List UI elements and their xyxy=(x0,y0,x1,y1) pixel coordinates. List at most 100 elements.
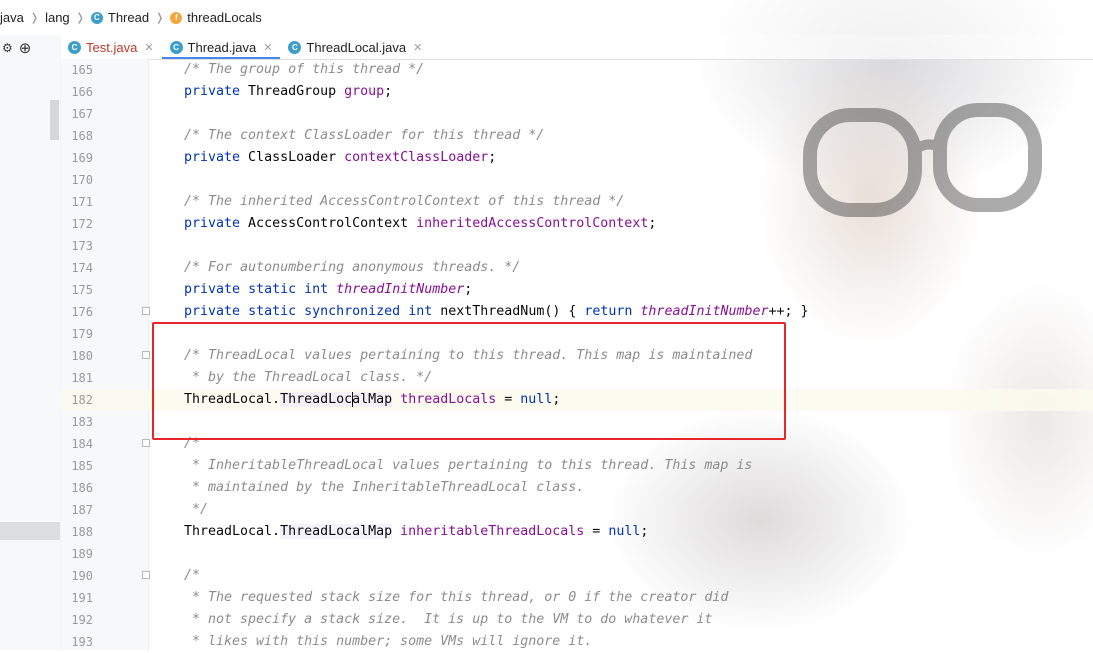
code-line[interactable]: 185 * InheritableThreadLocal values pert… xyxy=(60,455,1093,477)
close-icon[interactable]: ✕ xyxy=(413,41,422,54)
tab-label: Thread.java xyxy=(187,39,257,55)
fold-toggle-icon[interactable] xyxy=(142,351,150,359)
code-line[interactable]: 168 /* The context ClassLoader for this t… xyxy=(60,125,1093,147)
line-number: 168 xyxy=(71,129,93,143)
chevron-right-icon: ❭ xyxy=(155,12,165,24)
code-line[interactable]: 176 private static synchronized int nextT… xyxy=(60,301,1093,323)
code-text: private static int threadInitNumber; xyxy=(184,282,473,297)
line-number: 166 xyxy=(71,85,93,99)
code-text: * by the ThreadLocal class. */ xyxy=(184,370,433,385)
java-class-icon: C xyxy=(68,40,81,54)
breadcrumb-item-threadlocals[interactable]: f threadLocals xyxy=(170,10,262,25)
sidebar-toolbar: ⚙ ⊕ xyxy=(0,39,31,57)
line-number: 175 xyxy=(71,283,93,297)
tab-thread-java[interactable]: C Thread.java ✕ xyxy=(161,35,281,59)
code-line[interactable]: 170 xyxy=(60,169,1093,191)
breadcrumb-item-java[interactable]: java xyxy=(0,10,24,25)
code-text: private ThreadGroup group; xyxy=(184,84,393,99)
line-number: 170 xyxy=(71,173,93,187)
code-line[interactable]: 173 xyxy=(60,235,1093,257)
line-number: 190 xyxy=(71,569,93,583)
line-number: 181 xyxy=(71,371,93,385)
sidebar-scrollbar[interactable] xyxy=(50,100,59,140)
tab-test-java[interactable]: C Test.java ✕ xyxy=(60,35,162,59)
chevron-right-icon: ❭ xyxy=(75,12,85,24)
code-line[interactable]: 190 /* xyxy=(60,565,1093,587)
line-number: 185 xyxy=(71,459,93,473)
code-line[interactable]: 167 xyxy=(60,103,1093,125)
code-text: private AccessControlContext inheritedAc… xyxy=(184,216,657,231)
line-number: 188 xyxy=(71,525,93,539)
line-number: 187 xyxy=(71,503,93,517)
line-number: 174 xyxy=(71,261,93,275)
code-line[interactable]: 182 ThreadLocal.ThreadLocalMap threadLoca… xyxy=(60,389,1093,411)
code-text: ThreadLocal.ThreadLocalMap inheritableTh… xyxy=(184,524,649,539)
code-text: /* For autonumbering anonymous threads. … xyxy=(184,260,521,275)
code-line[interactable]: 192 * not specify a stack size. It is up… xyxy=(60,609,1093,631)
tab-label: Test.java xyxy=(86,39,138,55)
locate-icon[interactable]: ⊕ xyxy=(19,39,32,57)
code-line[interactable]: 180 /* ThreadLocal values pertaining to t… xyxy=(60,345,1093,367)
code-text: * maintained by the InheritableThreadLoc… xyxy=(184,480,585,495)
code-text: * InheritableThreadLocal values pertaini… xyxy=(184,458,753,473)
code-text: /* xyxy=(184,436,201,451)
java-class-icon: C xyxy=(169,40,183,54)
code-text: * not specify a stack size. It is up to … xyxy=(184,612,713,627)
code-line[interactable]: 179 xyxy=(60,323,1093,345)
close-icon[interactable]: ✕ xyxy=(144,41,153,54)
code-line[interactable]: 189 xyxy=(60,543,1093,565)
project-sidebar: ⚙ ⊕ xyxy=(0,35,61,650)
code-line[interactable]: 191 * The requested stack size for this … xyxy=(60,587,1093,609)
code-line[interactable]: 188 ThreadLocal.ThreadLocalMap inheritabl… xyxy=(60,521,1093,543)
field-icon: f xyxy=(170,11,183,24)
fold-toggle-icon[interactable] xyxy=(142,307,150,315)
code-line[interactable]: 181 * by the ThreadLocal class. */ xyxy=(60,367,1093,389)
breadcrumb-item-lang[interactable]: lang xyxy=(45,10,70,25)
code-text: private static synchronized int nextThre… xyxy=(184,304,809,319)
line-number: 172 xyxy=(71,217,93,231)
settings-icon[interactable]: ⚙ xyxy=(2,41,13,55)
code-line[interactable]: 174 /* For autonumbering anonymous thread… xyxy=(60,257,1093,279)
code-text: /* The inherited AccessControlContext of… xyxy=(184,194,625,209)
code-text: /* The context ClassLoader for this thre… xyxy=(184,128,545,143)
code-text: */ xyxy=(184,502,209,517)
code-line[interactable]: 184 /* xyxy=(60,433,1093,455)
code-line[interactable]: 175 private static int threadInitNumber; xyxy=(60,279,1093,301)
code-text: /* The group of this thread */ xyxy=(184,62,425,77)
chevron-right-icon: ❭ xyxy=(29,12,40,24)
code-line[interactable]: 169 private ClassLoader contextClassLoade… xyxy=(60,147,1093,169)
line-number: 176 xyxy=(71,305,93,319)
line-number: 167 xyxy=(71,107,93,121)
fold-toggle-icon[interactable] xyxy=(142,439,150,447)
breadcrumb-item-thread[interactable]: C Thread xyxy=(90,10,149,25)
line-number: 182 xyxy=(71,393,93,407)
java-class-icon: C xyxy=(288,40,302,54)
code-text: ThreadLocal.ThreadLocalMap threadLocals … xyxy=(184,391,561,407)
code-text: * The requested stack size for this thre… xyxy=(184,590,729,605)
line-number: 171 xyxy=(71,195,93,209)
code-text: /* xyxy=(184,568,201,583)
line-number: 173 xyxy=(71,239,93,253)
code-line[interactable]: 187 */ xyxy=(60,499,1093,521)
code-line[interactable]: 171 /* The inherited AccessControlContext… xyxy=(60,191,1093,213)
tab-label: ThreadLocal.java xyxy=(306,39,407,55)
code-line[interactable]: 186 * maintained by the InheritableThrea… xyxy=(60,477,1093,499)
code-editor[interactable]: 165 /* The group of this thread */ 166 priv… xyxy=(60,59,1093,650)
code-line[interactable]: 166 private ThreadGroup group; xyxy=(60,81,1093,103)
tab-threadlocal-java[interactable]: C ThreadLocal.java ✕ xyxy=(280,35,430,59)
code-text: /* ThreadLocal values pertaining to this… xyxy=(184,348,753,363)
line-number: 165 xyxy=(71,63,93,77)
line-number: 180 xyxy=(71,349,93,363)
code-line[interactable]: 172 private AccessControlContext inherite… xyxy=(60,213,1093,235)
line-number: 183 xyxy=(71,415,93,429)
breadcrumb: java ❭ lang ❭ C Thread ❭ f threadLocals xyxy=(0,0,1093,35)
editor-tab-bar: C Test.java ✕ C Thread.java ✕ C ThreadLo… xyxy=(60,35,1093,60)
sidebar-selected-row[interactable] xyxy=(0,522,60,540)
code-line[interactable]: 183 xyxy=(60,411,1093,433)
code-text: private ClassLoader contextClassLoader; xyxy=(184,150,497,165)
line-number: 189 xyxy=(71,547,93,561)
line-number: 186 xyxy=(71,481,93,495)
close-icon[interactable]: ✕ xyxy=(263,41,272,54)
fold-toggle-icon[interactable] xyxy=(142,571,150,579)
code-line[interactable]: 165 /* The group of this thread */ xyxy=(60,59,1093,81)
